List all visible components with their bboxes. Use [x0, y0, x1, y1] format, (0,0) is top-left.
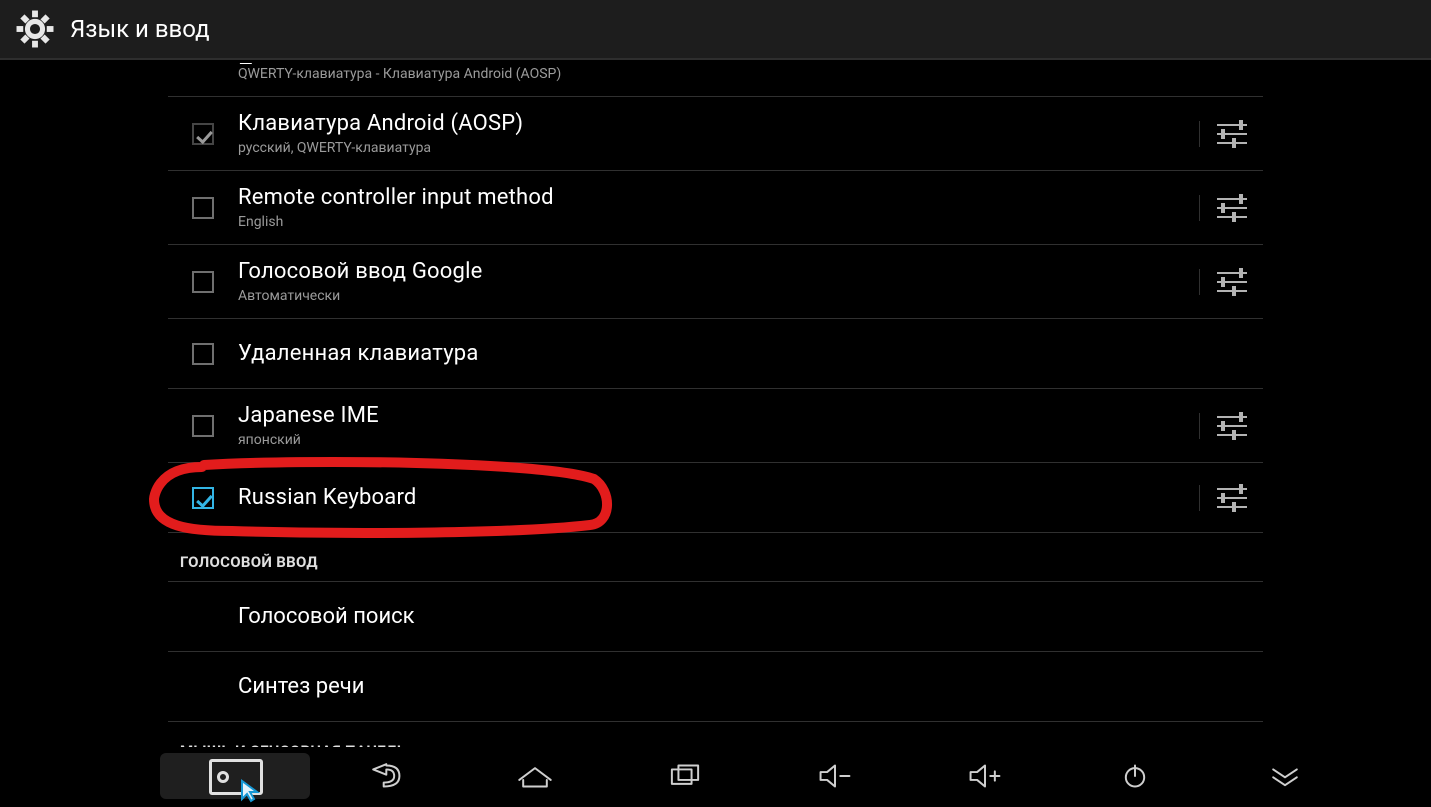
item-title: Remote controller input method	[238, 185, 1199, 210]
checkbox[interactable]	[192, 271, 214, 293]
checkbox[interactable]	[192, 197, 214, 219]
gear-icon	[14, 8, 56, 50]
list-item-default[interactable]: По умолчанию QWERTY-клавиатура - Клавиат…	[168, 60, 1263, 97]
back-button[interactable]	[310, 747, 460, 805]
item-title: Russian Keyboard	[238, 485, 1199, 510]
checkbox[interactable]	[192, 123, 214, 145]
item-subtitle: QWERTY-клавиатура - Клавиатура Android (…	[238, 66, 1263, 82]
system-nav-bar	[0, 747, 1431, 805]
tune-icon	[1217, 121, 1247, 147]
checkbox[interactable]	[192, 343, 214, 365]
page-title: Язык и ввод	[70, 15, 210, 43]
list-item-remotek[interactable]: Удаленная клавиатура	[168, 319, 1263, 389]
power-button[interactable]	[1060, 747, 1210, 805]
list-item-tts[interactable]: Синтез речи	[168, 652, 1263, 722]
tune-icon	[1217, 485, 1247, 511]
settings-button[interactable]	[1199, 413, 1263, 439]
tune-icon	[1217, 413, 1247, 439]
settings-button[interactable]	[1199, 485, 1263, 511]
section-voice-input: ГОЛОСОВОЙ ВВОД	[168, 533, 1263, 582]
settings-button[interactable]	[1199, 195, 1263, 221]
item-subtitle: Автоматически	[238, 288, 1199, 304]
list-item-voice-search[interactable]: Голосовой поиск	[168, 582, 1263, 652]
item-subtitle: японский	[238, 432, 1199, 448]
screenshot-button[interactable]	[160, 753, 310, 799]
settings-button[interactable]	[1199, 269, 1263, 295]
item-subtitle: русский, QWERTY-клавиатура	[238, 140, 1199, 156]
recents-button[interactable]	[610, 747, 760, 805]
tune-icon	[1217, 269, 1247, 295]
home-button[interactable]	[460, 747, 610, 805]
list-item-remote[interactable]: Remote controller input method English	[168, 171, 1263, 245]
action-bar: Язык и ввод	[0, 0, 1431, 60]
item-title: Удаленная клавиатура	[238, 341, 1199, 366]
settings-list: По умолчанию QWERTY-клавиатура - Клавиат…	[168, 60, 1263, 770]
item-title: Клавиатура Android (AOSP)	[238, 111, 1199, 136]
list-item-aosp[interactable]: Клавиатура Android (AOSP) русский, QWERT…	[168, 97, 1263, 171]
volume-down-button[interactable]	[760, 747, 910, 805]
settings-button[interactable]	[1199, 121, 1263, 147]
list-item-jime[interactable]: Japanese IME японский	[168, 389, 1263, 463]
checkbox[interactable]	[192, 487, 214, 509]
list-item-rukb[interactable]: Russian Keyboard	[168, 463, 1263, 533]
expand-button[interactable]	[1210, 747, 1360, 805]
item-title: Голосовой ввод Google	[238, 259, 1199, 284]
volume-up-button[interactable]	[910, 747, 1060, 805]
checkbox[interactable]	[192, 415, 214, 437]
tune-icon	[1217, 195, 1247, 221]
list-item-gvoice[interactable]: Голосовой ввод Google Автоматически	[168, 245, 1263, 319]
item-title: Japanese IME	[238, 403, 1199, 428]
screenshot-icon	[205, 755, 265, 797]
item-subtitle: English	[238, 214, 1199, 230]
item-title: По умолчанию	[238, 60, 1263, 64]
